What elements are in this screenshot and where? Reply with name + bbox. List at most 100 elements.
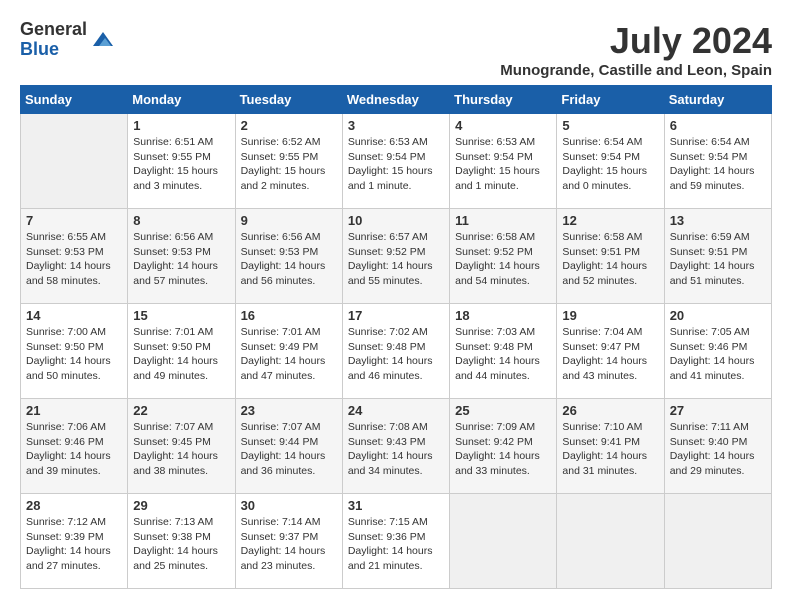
cell-info: Sunrise: 6:51 AMSunset: 9:55 PMDaylight:… bbox=[133, 135, 229, 194]
calendar-cell: 26Sunrise: 7:10 AMSunset: 9:41 PMDayligh… bbox=[557, 399, 664, 494]
cell-info: Sunrise: 6:56 AMSunset: 9:53 PMDaylight:… bbox=[133, 230, 229, 289]
logo: General Blue bbox=[20, 20, 115, 60]
cell-info: Sunrise: 6:52 AMSunset: 9:55 PMDaylight:… bbox=[241, 135, 337, 194]
month-title: July 2024 bbox=[500, 20, 772, 62]
cell-info: Sunrise: 6:54 AMSunset: 9:54 PMDaylight:… bbox=[670, 135, 766, 194]
day-number: 15 bbox=[133, 308, 229, 323]
day-number: 21 bbox=[26, 403, 122, 418]
day-number: 30 bbox=[241, 498, 337, 513]
calendar-cell: 30 Sunrise: 7:14 AMSunset: 9:37 PMDayligh… bbox=[235, 494, 342, 589]
day-number: 16 bbox=[241, 308, 337, 323]
cell-info: Sunrise: 6:56 AMSunset: 9:53 PMDaylight:… bbox=[241, 230, 337, 289]
cell-info: Sunrise: 6:58 AMSunset: 9:51 PMDaylight:… bbox=[562, 230, 658, 289]
header-row: SundayMondayTuesdayWednesdayThursdayFrid… bbox=[21, 86, 772, 114]
cell-info: Sunrise: 7:00 AMSunset: 9:50 PMDaylight:… bbox=[26, 325, 122, 384]
cell-info: Sunrise: 7:14 AMSunset: 9:37 PMDaylight:… bbox=[241, 515, 337, 574]
calendar-cell: 12 Sunrise: 6:58 AMSunset: 9:51 PMDayligh… bbox=[557, 209, 664, 304]
calendar-cell: 17 Sunrise: 7:02 AMSunset: 9:48 PMDayligh… bbox=[342, 304, 449, 399]
cell-info: Sunrise: 6:55 AMSunset: 9:53 PMDaylight:… bbox=[26, 230, 122, 289]
calendar-cell bbox=[21, 114, 128, 209]
cell-info: Sunrise: 6:58 AMSunset: 9:52 PMDaylight:… bbox=[455, 230, 551, 289]
calendar-cell bbox=[664, 494, 771, 589]
calendar-cell bbox=[557, 494, 664, 589]
logo-icon bbox=[91, 28, 115, 52]
day-number: 14 bbox=[26, 308, 122, 323]
calendar-cell: 2 Sunrise: 6:52 AMSunset: 9:55 PMDaylight… bbox=[235, 114, 342, 209]
calendar-table: SundayMondayTuesdayWednesdayThursdayFrid… bbox=[20, 85, 772, 589]
calendar-cell: 9 Sunrise: 6:56 AMSunset: 9:53 PMDaylight… bbox=[235, 209, 342, 304]
cell-info: Sunrise: 7:08 AMSunset: 9:43 PMDaylight:… bbox=[348, 420, 444, 479]
cell-info: Sunrise: 7:09 AMSunset: 9:42 PMDaylight:… bbox=[455, 420, 551, 479]
calendar-cell: 6 Sunrise: 6:54 AMSunset: 9:54 PMDaylight… bbox=[664, 114, 771, 209]
day-number: 11 bbox=[455, 213, 551, 228]
calendar-cell: 13Sunrise: 6:59 AMSunset: 9:51 PMDayligh… bbox=[664, 209, 771, 304]
cell-info: Sunrise: 7:02 AMSunset: 9:48 PMDaylight:… bbox=[348, 325, 444, 384]
cell-info: Sunrise: 7:07 AMSunset: 9:44 PMDaylight:… bbox=[241, 420, 337, 479]
week-row-2: 7 Sunrise: 6:55 AMSunset: 9:53 PMDaylight… bbox=[21, 209, 772, 304]
logo-general-text: General bbox=[20, 20, 87, 40]
calendar-cell: 20 Sunrise: 7:05 AMSunset: 9:46 PMDayligh… bbox=[664, 304, 771, 399]
day-number: 22 bbox=[133, 403, 229, 418]
day-number: 26 bbox=[562, 403, 658, 418]
calendar-cell: 28Sunrise: 7:12 AMSunset: 9:39 PMDayligh… bbox=[21, 494, 128, 589]
calendar-cell: 11 Sunrise: 6:58 AMSunset: 9:52 PMDayligh… bbox=[450, 209, 557, 304]
calendar-cell: 19Sunrise: 7:04 AMSunset: 9:47 PMDayligh… bbox=[557, 304, 664, 399]
day-number: 12 bbox=[562, 213, 658, 228]
cell-info: Sunrise: 6:57 AMSunset: 9:52 PMDaylight:… bbox=[348, 230, 444, 289]
calendar-cell: 16 Sunrise: 7:01 AMSunset: 9:49 PMDayligh… bbox=[235, 304, 342, 399]
col-header-friday: Friday bbox=[557, 86, 664, 114]
calendar-cell: 24Sunrise: 7:08 AMSunset: 9:43 PMDayligh… bbox=[342, 399, 449, 494]
day-number: 23 bbox=[241, 403, 337, 418]
col-header-wednesday: Wednesday bbox=[342, 86, 449, 114]
day-number: 10 bbox=[348, 213, 444, 228]
col-header-monday: Monday bbox=[128, 86, 235, 114]
col-header-tuesday: Tuesday bbox=[235, 86, 342, 114]
calendar-cell: 29Sunrise: 7:13 AMSunset: 9:38 PMDayligh… bbox=[128, 494, 235, 589]
day-number: 25 bbox=[455, 403, 551, 418]
calendar-cell: 3 Sunrise: 6:53 AMSunset: 9:54 PMDaylight… bbox=[342, 114, 449, 209]
cell-info: Sunrise: 7:15 AMSunset: 9:36 PMDaylight:… bbox=[348, 515, 444, 574]
day-number: 5 bbox=[562, 118, 658, 133]
day-number: 9 bbox=[241, 213, 337, 228]
cell-info: Sunrise: 7:11 AMSunset: 9:40 PMDaylight:… bbox=[670, 420, 766, 479]
calendar-cell: 14 Sunrise: 7:00 AMSunset: 9:50 PMDayligh… bbox=[21, 304, 128, 399]
cell-info: Sunrise: 6:53 AMSunset: 9:54 PMDaylight:… bbox=[455, 135, 551, 194]
day-number: 7 bbox=[26, 213, 122, 228]
day-number: 20 bbox=[670, 308, 766, 323]
day-number: 3 bbox=[348, 118, 444, 133]
logo-blue-text: Blue bbox=[20, 40, 87, 60]
col-header-thursday: Thursday bbox=[450, 86, 557, 114]
calendar-cell: 7 Sunrise: 6:55 AMSunset: 9:53 PMDaylight… bbox=[21, 209, 128, 304]
col-header-saturday: Saturday bbox=[664, 86, 771, 114]
calendar-cell: 25 Sunrise: 7:09 AMSunset: 9:42 PMDayligh… bbox=[450, 399, 557, 494]
week-row-4: 21Sunrise: 7:06 AMSunset: 9:46 PMDayligh… bbox=[21, 399, 772, 494]
cell-info: Sunrise: 7:12 AMSunset: 9:39 PMDaylight:… bbox=[26, 515, 122, 574]
day-number: 1 bbox=[133, 118, 229, 133]
week-row-5: 28Sunrise: 7:12 AMSunset: 9:39 PMDayligh… bbox=[21, 494, 772, 589]
calendar-cell: 27 Sunrise: 7:11 AMSunset: 9:40 PMDayligh… bbox=[664, 399, 771, 494]
cell-info: Sunrise: 6:53 AMSunset: 9:54 PMDaylight:… bbox=[348, 135, 444, 194]
day-number: 8 bbox=[133, 213, 229, 228]
calendar-cell: 1 Sunrise: 6:51 AMSunset: 9:55 PMDaylight… bbox=[128, 114, 235, 209]
calendar-cell: 31 Sunrise: 7:15 AMSunset: 9:36 PMDayligh… bbox=[342, 494, 449, 589]
location: Munogrande, Castille and Leon, Spain bbox=[500, 62, 772, 79]
day-number: 27 bbox=[670, 403, 766, 418]
title-block: July 2024 Munogrande, Castille and Leon,… bbox=[500, 20, 772, 79]
calendar-cell: 10 Sunrise: 6:57 AMSunset: 9:52 PMDayligh… bbox=[342, 209, 449, 304]
cell-info: Sunrise: 7:05 AMSunset: 9:46 PMDaylight:… bbox=[670, 325, 766, 384]
day-number: 6 bbox=[670, 118, 766, 133]
cell-info: Sunrise: 6:59 AMSunset: 9:51 PMDaylight:… bbox=[670, 230, 766, 289]
cell-info: Sunrise: 7:13 AMSunset: 9:38 PMDaylight:… bbox=[133, 515, 229, 574]
cell-info: Sunrise: 6:54 AMSunset: 9:54 PMDaylight:… bbox=[562, 135, 658, 194]
cell-info: Sunrise: 7:01 AMSunset: 9:49 PMDaylight:… bbox=[241, 325, 337, 384]
day-number: 17 bbox=[348, 308, 444, 323]
cell-info: Sunrise: 7:01 AMSunset: 9:50 PMDaylight:… bbox=[133, 325, 229, 384]
day-number: 31 bbox=[348, 498, 444, 513]
day-number: 2 bbox=[241, 118, 337, 133]
cell-info: Sunrise: 7:04 AMSunset: 9:47 PMDaylight:… bbox=[562, 325, 658, 384]
col-header-sunday: Sunday bbox=[21, 86, 128, 114]
day-number: 4 bbox=[455, 118, 551, 133]
calendar-cell: 23 Sunrise: 7:07 AMSunset: 9:44 PMDayligh… bbox=[235, 399, 342, 494]
calendar-cell: 22Sunrise: 7:07 AMSunset: 9:45 PMDayligh… bbox=[128, 399, 235, 494]
page-header: General Blue July 2024 Munogrande, Casti… bbox=[20, 20, 772, 79]
